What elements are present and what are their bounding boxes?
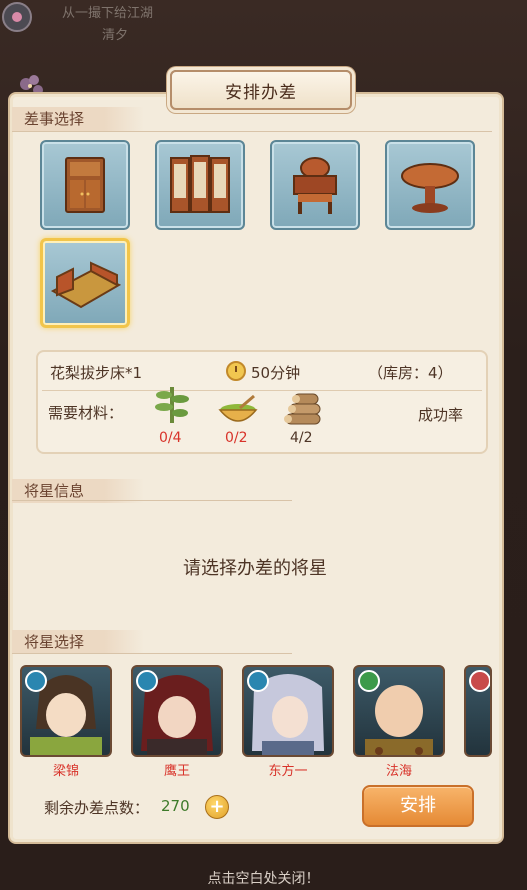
faction-badge-icon xyxy=(25,670,47,692)
info-divider xyxy=(42,390,482,391)
faction-badge-icon xyxy=(136,670,158,692)
arrange-button[interactable]: 安排 xyxy=(362,785,474,827)
material-count-herb: 0/2 xyxy=(225,430,248,446)
storage-count: （库房：4） xyxy=(368,364,453,382)
divider xyxy=(12,500,292,501)
round-table-icon xyxy=(401,163,459,213)
background-text-1: 从一撮下给江湖 xyxy=(62,6,154,21)
settings-gear-icon[interactable] xyxy=(2,2,32,32)
divider xyxy=(12,131,492,132)
material-count-wood: 4/2 xyxy=(290,430,313,446)
hero-card-liangjin[interactable] xyxy=(20,665,112,757)
close-hint: 点击空白处关闭！ xyxy=(207,871,320,887)
task-item-folding-screen[interactable] xyxy=(155,140,245,230)
hero-card-fahai[interactable] xyxy=(353,665,445,757)
armchair-icon xyxy=(293,157,337,214)
success-rate-label: 成功率 xyxy=(418,406,464,424)
background-text-2: 清夕 xyxy=(102,28,129,43)
task-item-bed[interactable] xyxy=(40,238,130,328)
hero-card-yingwang[interactable] xyxy=(131,665,223,757)
wood-logs-icon xyxy=(284,393,321,425)
hero-card-partial[interactable] xyxy=(464,665,492,757)
bed-icon xyxy=(50,261,122,309)
general-select-title: 将星选择 xyxy=(12,630,145,654)
folding-screen-icon xyxy=(170,155,230,213)
task-item-cabinet[interactable] xyxy=(40,140,130,230)
bamboo-icon xyxy=(155,387,189,423)
add-points-button[interactable]: + xyxy=(205,795,229,819)
faction-badge-icon xyxy=(469,670,490,692)
hero-name: 梁锦 xyxy=(52,764,79,779)
hero-name: 鹰王 xyxy=(163,764,190,779)
task-item-armchair[interactable] xyxy=(270,140,360,230)
materials-label: 需要材料： xyxy=(48,404,124,422)
dialog-title: 安排办差 xyxy=(170,70,352,110)
faction-badge-icon xyxy=(358,670,380,692)
duration-value: 50分钟 xyxy=(251,364,301,382)
material-count-bamboo: 0/4 xyxy=(159,430,182,446)
timer-icon xyxy=(226,361,246,381)
divider xyxy=(12,653,292,654)
herb-bowl-icon xyxy=(218,394,258,422)
remaining-points-label: 剩余办差点数： xyxy=(44,799,150,817)
general-info-placeholder: 请选择办差的将星 xyxy=(183,558,327,579)
faction-badge-icon xyxy=(247,670,269,692)
hero-name: 东方一 xyxy=(268,764,308,779)
item-name: 花梨拔步床*1 xyxy=(50,364,143,382)
task-section-title: 差事选择 xyxy=(12,107,145,131)
hero-card-dongfangyi[interactable] xyxy=(242,665,334,757)
remaining-points-value: 270 xyxy=(161,797,190,815)
task-item-round-table[interactable] xyxy=(385,140,475,230)
hero-name: 法海 xyxy=(385,764,412,779)
cabinet-icon xyxy=(65,157,105,213)
